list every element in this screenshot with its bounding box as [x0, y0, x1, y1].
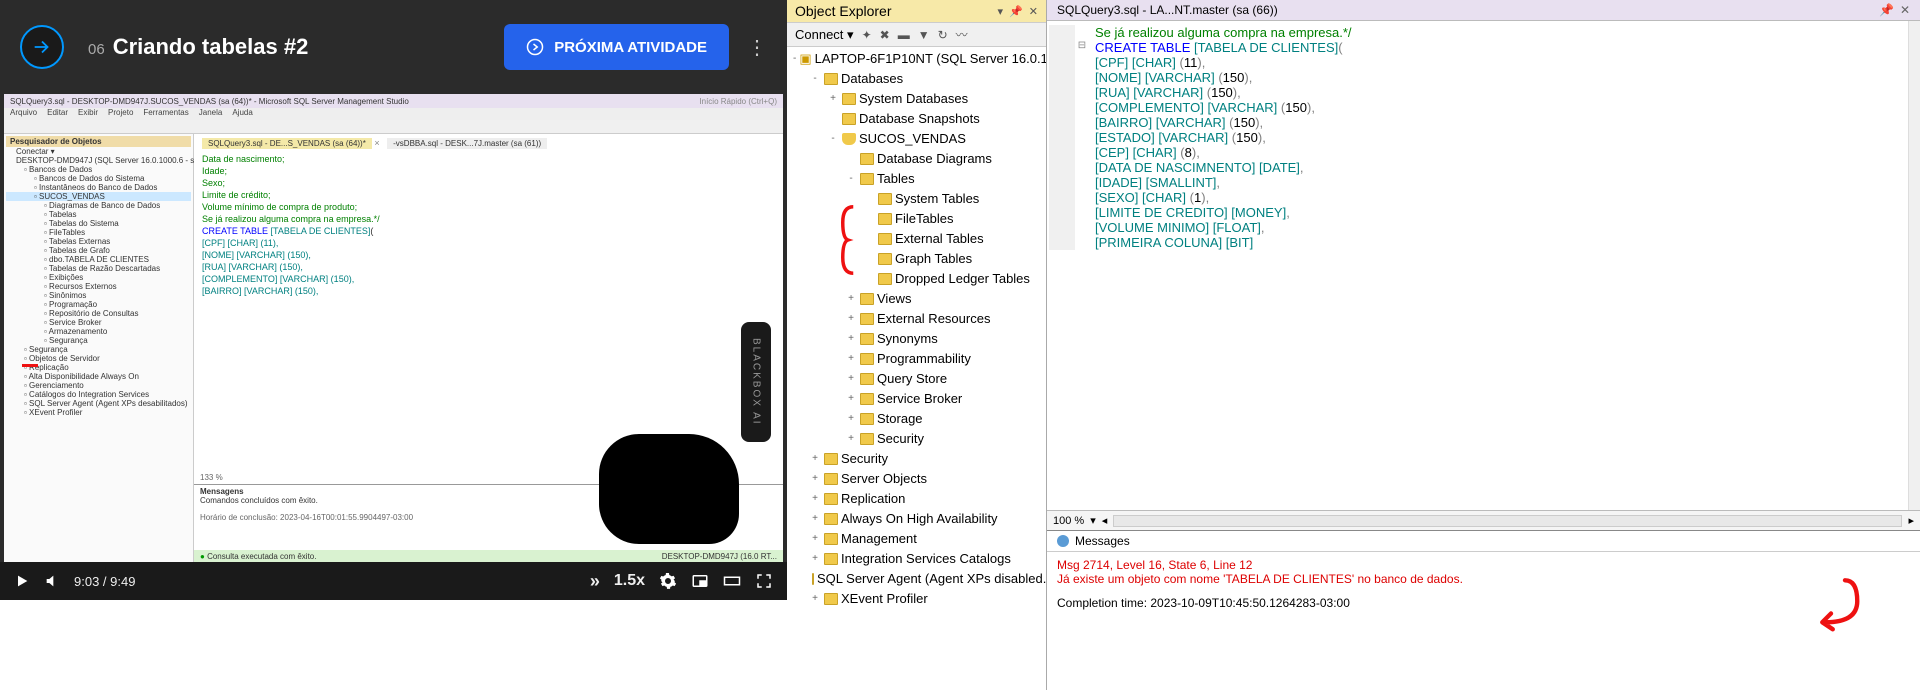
play-icon[interactable]: [14, 573, 30, 589]
tree-node[interactable]: Graph Tables: [787, 249, 1046, 269]
video-time: 9:03 / 9:49: [74, 574, 135, 589]
tree-node[interactable]: Database Diagrams: [787, 149, 1046, 169]
tree-node[interactable]: -Databases: [787, 69, 1046, 89]
video-lesson-panel: 06 Criando tabelas #2 PRÓXIMA ATIVIDADE …: [0, 0, 787, 600]
messages-tab[interactable]: Messages: [1047, 531, 1920, 552]
lesson-title: 06 Criando tabelas #2: [88, 34, 308, 60]
tree-node[interactable]: +Always On High Availability: [787, 509, 1046, 529]
tree-node[interactable]: +Programmability: [787, 349, 1046, 369]
blackbox-ai-badge[interactable]: BLACKBOX AI: [741, 322, 771, 442]
scroll-marker[interactable]: [1908, 21, 1920, 510]
tree-node[interactable]: +XEvent Profiler: [787, 589, 1046, 609]
tree-node[interactable]: +Service Broker: [787, 389, 1046, 409]
red-mark-annotation: [22, 364, 38, 367]
tree-node[interactable]: +Storage: [787, 409, 1046, 429]
messages-tab-icon: [1057, 535, 1069, 547]
dropdown-icon[interactable]: ▾: [998, 5, 1004, 18]
error-line-1: Msg 2714, Level 16, State 6, Line 12: [1057, 558, 1910, 572]
tree-node[interactable]: SQL Server Agent (Agent XPs disabled...: [787, 569, 1046, 589]
connect-button[interactable]: Connect ▾: [795, 27, 854, 43]
tree-node[interactable]: +Security: [787, 429, 1046, 449]
mini-statusbar: ● Consulta executada com êxito. DESKTOP-…: [194, 550, 783, 562]
filter-icon[interactable]: ▬: [898, 28, 910, 42]
object-explorer-tree[interactable]: -▣ LAPTOP-6F1P10NT (SQL Server 16.0.1050…: [787, 47, 1046, 690]
tree-node[interactable]: Database Snapshots: [787, 109, 1046, 129]
object-explorer-panel: Object Explorer ▾ 📌 ✕ Connect ▾ ✦ ✖ ▬ ▼ …: [787, 0, 1047, 690]
horizontal-scrollbar[interactable]: [1113, 515, 1902, 527]
tree-node[interactable]: +Replication: [787, 489, 1046, 509]
error-line-2: Já existe um objeto com nome 'TABELA DE …: [1057, 572, 1910, 586]
kebab-menu-icon[interactable]: ⋮: [747, 35, 767, 60]
tree-node[interactable]: Dropped Ledger Tables: [787, 269, 1046, 289]
volume-icon[interactable]: [44, 573, 60, 589]
scroll-right-icon[interactable]: ▸: [1908, 514, 1914, 527]
pip-icon[interactable]: [691, 572, 709, 590]
scroll-left-icon[interactable]: ◂: [1102, 514, 1108, 527]
video-frame: SQLQuery3.sql - DESKTOP-DMD947J.SUCOS_VE…: [4, 94, 783, 562]
redaction-blob: [599, 434, 739, 544]
tree-node[interactable]: +Synonyms: [787, 329, 1046, 349]
playback-speed[interactable]: 1.5x: [614, 572, 645, 590]
tree-node[interactable]: +Views: [787, 289, 1046, 309]
tab-pin-icon[interactable]: 📌: [1879, 3, 1894, 17]
fullscreen-icon[interactable]: [755, 572, 773, 590]
stop-icon[interactable]: ✖: [880, 28, 890, 42]
disconnect-icon[interactable]: ✦: [862, 28, 872, 42]
zoom-dropdown-icon[interactable]: ▾: [1090, 514, 1096, 527]
tree-node[interactable]: External Tables: [787, 229, 1046, 249]
mini-titlebar: SQLQuery3.sql - DESKTOP-DMD947J.SUCOS_VE…: [4, 94, 783, 108]
theater-icon[interactable]: [723, 572, 741, 590]
sql-editor-pane: SQLQuery3.sql - LA...NT.master (sa (66))…: [1047, 0, 1920, 690]
messages-panel: Messages Msg 2714, Level 16, State 6, Li…: [1047, 530, 1920, 690]
skip-icon[interactable]: »: [590, 571, 600, 592]
tree-node[interactable]: +Security: [787, 449, 1046, 469]
object-explorer-titlebar: Object Explorer ▾ 📌 ✕: [787, 0, 1046, 23]
tree-node[interactable]: FileTables: [787, 209, 1046, 229]
tree-node[interactable]: +Integration Services Catalogs: [787, 549, 1046, 569]
tree-node[interactable]: +System Databases: [787, 89, 1046, 109]
activity-icon[interactable]: 〰: [956, 26, 968, 43]
lesson-icon: [20, 25, 64, 69]
tree-node[interactable]: +Management: [787, 529, 1046, 549]
next-activity-button[interactable]: PRÓXIMA ATIVIDADE: [504, 24, 729, 70]
refresh-icon[interactable]: ↻: [938, 28, 948, 42]
tree-node[interactable]: +Query Store: [787, 369, 1046, 389]
tree-server-node[interactable]: -▣ LAPTOP-6F1P10NT (SQL Server 16.0.1050…: [787, 49, 1046, 69]
tab-close-icon[interactable]: ✕: [1900, 3, 1910, 17]
settings-gear-icon[interactable]: [659, 572, 677, 590]
mini-object-explorer[interactable]: Pesquisador de Objetos Conectar ▾ DESKTO…: [4, 134, 194, 562]
mini-menubar[interactable]: ArquivoEditarExibirProjetoFerramentasJan…: [4, 108, 783, 120]
completion-time: Completion time: 2023-10-09T10:45:50.126…: [1057, 596, 1910, 610]
video-controls: 9:03 / 9:49 » 1.5x: [0, 562, 787, 600]
tree-node[interactable]: +External Resources: [787, 309, 1046, 329]
pin-icon[interactable]: 📌: [1009, 5, 1023, 18]
object-explorer-toolbar[interactable]: Connect ▾ ✦ ✖ ▬ ▼ ↻ 〰: [787, 23, 1046, 47]
zoom-level[interactable]: 100 %: [1053, 515, 1084, 527]
close-icon[interactable]: ✕: [1029, 5, 1038, 18]
sql-code-editor[interactable]: Se já realizou alguma compra na empresa.…: [1047, 21, 1920, 510]
tree-node[interactable]: -Tables: [787, 169, 1046, 189]
tree-node[interactable]: System Tables: [787, 189, 1046, 209]
zoom-bar: 100 % ▾ ◂ ▸: [1047, 510, 1920, 530]
mini-toolbar[interactable]: [4, 120, 783, 134]
sql-editor-tab[interactable]: SQLQuery3.sql - LA...NT.master (sa (66))…: [1047, 0, 1920, 21]
tree-node[interactable]: +Server Objects: [787, 469, 1046, 489]
tree-node[interactable]: -SUCOS_VENDAS: [787, 129, 1046, 149]
funnel-icon[interactable]: ▼: [918, 28, 930, 42]
